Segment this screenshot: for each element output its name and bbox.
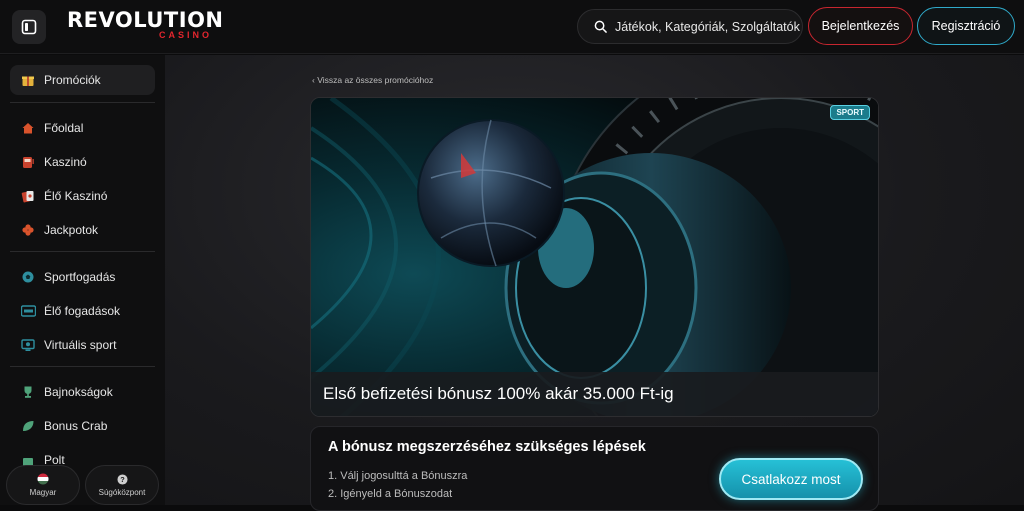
sidebar-item-label: Promóciók	[44, 73, 101, 87]
sidebar-item-label: Virtuális sport	[44, 338, 117, 352]
back-link-label: Vissza az összes promócióhoz	[317, 75, 434, 85]
top-header: REVOLUTION CASINO Játékok, Kategóriák, S…	[0, 0, 1024, 54]
logo-subtext: CASINO	[159, 30, 213, 40]
sidebar-item-label: Bajnokságok	[44, 385, 113, 399]
sidebar-item-casino[interactable]: Kaszinó	[10, 147, 155, 177]
trophy-icon	[20, 384, 36, 400]
sidebar-item-label: Sportfogadás	[44, 270, 116, 284]
cards-icon	[20, 188, 36, 204]
step-item: 2. Igényeld a Bónuszodat	[328, 488, 453, 500]
help-center-button[interactable]: ? Súgóközpont	[85, 465, 159, 505]
sport-badge: SPORT	[830, 105, 870, 120]
search-input[interactable]: Játékok, Kategóriák, Szolgáltatók	[577, 9, 803, 44]
help-icon: ?	[116, 473, 128, 485]
join-now-button[interactable]: Csatlakozz most	[719, 458, 863, 500]
sidebar-item-live-casino[interactable]: Élő Kaszinó	[10, 181, 155, 211]
sidebar-item-jackpots[interactable]: Jackpotok	[10, 215, 155, 245]
sidebar-item-label: Bonus Crab	[44, 419, 108, 433]
hungary-flag-icon	[37, 473, 49, 485]
sidebar-item-label: Kaszinó	[44, 155, 87, 169]
search-placeholder: Játékok, Kategóriák, Szolgáltatók	[615, 19, 800, 34]
step-item: 1. Válj jogosulttá a Bónuszra	[328, 470, 468, 482]
promo-title: Első befizetési bónusz 100% akár 35.000 …	[323, 384, 674, 403]
login-button[interactable]: Bejelentkezés	[808, 7, 913, 45]
slot-machine-icon	[20, 154, 36, 170]
clover-icon	[20, 222, 36, 238]
svg-text:?: ?	[120, 475, 125, 484]
sidebar-divider	[10, 102, 155, 103]
sidebar-item-label: Élő Kaszinó	[44, 189, 108, 203]
soccer-ball-icon	[20, 269, 36, 285]
sidebar-divider	[10, 251, 155, 252]
back-link[interactable]: ‹ Vissza az összes promócióhoz	[312, 75, 433, 85]
help-label: Súgóközpont	[98, 487, 146, 497]
brand-logo[interactable]: REVOLUTION CASINO	[67, 8, 224, 40]
logo-text: REVOLUTION	[67, 8, 224, 32]
steps-card: A bónusz megszerzéséhez szükséges lépése…	[310, 426, 879, 511]
sidebar-item-bonus-crab[interactable]: Bonus Crab	[10, 411, 155, 441]
sidebar-item-promotions[interactable]: Promóciók	[10, 65, 155, 95]
sidebar-item-home[interactable]: Főoldal	[10, 113, 155, 143]
register-button[interactable]: Regisztráció	[917, 7, 1015, 45]
sidebar-item-live-betting[interactable]: Élő fogadások	[10, 296, 155, 326]
main-content: ‹ Vissza az összes promócióhoz SPORT Els…	[165, 55, 1024, 511]
sidebar: Promóciók Főoldal Kaszinó Élő Kaszinó Ja…	[0, 55, 165, 505]
sidebar-toggle-button[interactable]	[12, 10, 46, 44]
promo-banner[interactable]: SPORT Első befizetési bónusz 100% akár 3…	[310, 97, 879, 417]
sidebar-item-virtual-sports[interactable]: Virtuális sport	[10, 330, 155, 360]
search-icon	[594, 20, 607, 33]
gift-icon	[20, 72, 36, 88]
live-icon	[20, 303, 36, 319]
sidebar-toggle-icon	[21, 19, 37, 35]
language-label: Magyar	[29, 488, 57, 497]
sidebar-item-tournaments[interactable]: Bajnokságok	[10, 377, 155, 407]
sidebar-item-label: Jackpotok	[44, 223, 99, 237]
banner-caption: Első befizetési bónusz 100% akár 35.000 …	[311, 372, 878, 416]
leaf-icon	[20, 418, 36, 434]
sidebar-item-sports-betting[interactable]: Sportfogadás	[10, 262, 155, 292]
language-selector[interactable]: Magyar	[6, 465, 80, 505]
banner-image	[311, 98, 878, 416]
home-icon	[20, 120, 36, 136]
sidebar-item-label: Főoldal	[44, 121, 84, 135]
sidebar-item-label: Élő fogadások	[44, 304, 121, 318]
screen-icon	[20, 337, 36, 353]
sidebar-divider	[10, 366, 155, 367]
steps-title: A bónusz megszerzéséhez szükséges lépése…	[328, 439, 646, 455]
